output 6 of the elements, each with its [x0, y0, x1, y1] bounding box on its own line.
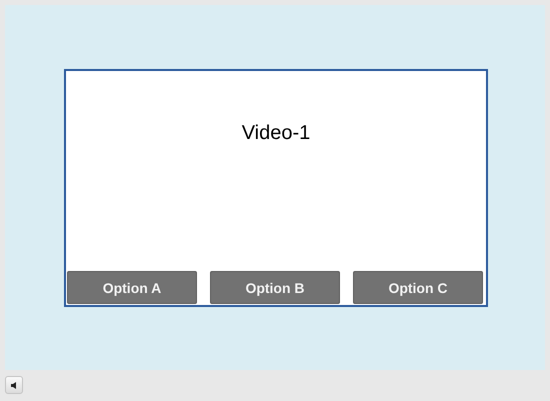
speaker-button[interactable]	[5, 376, 23, 394]
speaker-icon	[10, 382, 18, 388]
option-button[interactable]: Option B	[210, 271, 340, 304]
option-button[interactable]: Option C	[353, 271, 483, 304]
slide-title: Video-1	[242, 122, 310, 145]
option-button[interactable]: Option A	[67, 271, 197, 304]
